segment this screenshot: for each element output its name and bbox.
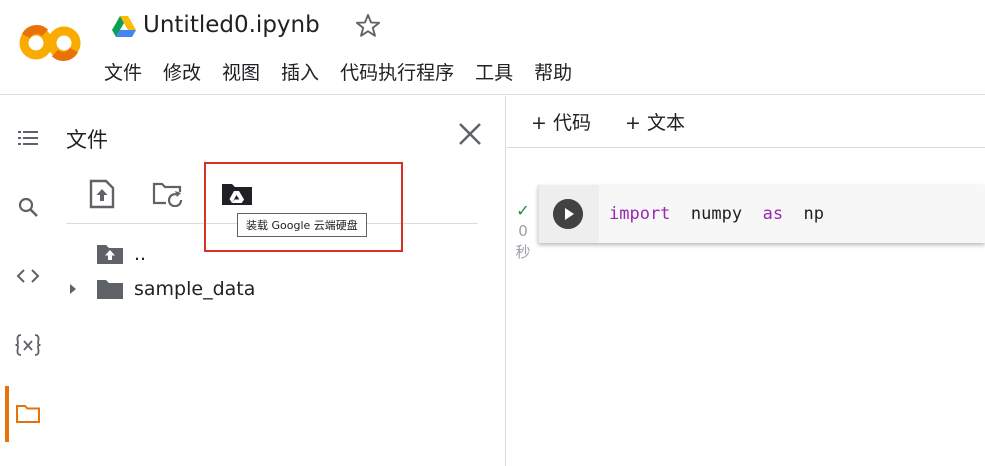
google-drive-icon[interactable] [112, 16, 136, 38]
variables-icon [15, 334, 41, 356]
menu-insert[interactable]: 插入 [281, 58, 329, 85]
files-panel: 文件 .. sample_data 装载 Google 云端硬盘 [56, 96, 506, 466]
panel-title: 文件 [66, 128, 108, 152]
toc-icon [18, 131, 38, 145]
menu-view[interactable]: 视图 [222, 58, 270, 85]
add-code-button[interactable]: + 代码 [531, 108, 591, 135]
notebook-title[interactable]: Untitled0.ipynb [143, 12, 320, 38]
close-icon[interactable] [454, 118, 486, 150]
code-token: np [803, 204, 825, 224]
execution-status: ✓ 0 秒 [512, 200, 534, 263]
tree-label: sample_data [134, 278, 256, 300]
tree-label: .. [134, 243, 147, 265]
variables-button[interactable] [10, 327, 46, 363]
menu-runtime[interactable]: 代码执行程序 [340, 58, 464, 85]
toc-button[interactable] [10, 120, 46, 156]
success-check-icon: ✓ [516, 201, 530, 220]
notebook-toolbar: + 代码 + 文本 [507, 96, 985, 148]
execution-time: 0 [518, 222, 528, 240]
colab-logo[interactable] [18, 22, 82, 64]
code-cell[interactable]: import numpy as np [538, 185, 985, 243]
search-button[interactable] [10, 189, 46, 225]
files-button[interactable] [10, 396, 46, 432]
chevron-right-icon[interactable] [66, 282, 80, 296]
search-icon [18, 197, 38, 217]
run-cell-button[interactable] [553, 199, 583, 229]
add-text-button[interactable]: + 文本 [625, 108, 685, 135]
menu-help[interactable]: 帮助 [534, 58, 582, 85]
refresh-button[interactable] [150, 176, 186, 212]
menu-bar: 文件 修改 视图 插入 代码执行程序 工具 帮助 [104, 58, 593, 85]
tree-parent-dir[interactable]: .. [96, 239, 146, 269]
refresh-folder-icon [152, 182, 183, 207]
menu-file[interactable]: 文件 [104, 58, 152, 85]
tree-sample-data[interactable]: sample_data [66, 274, 255, 304]
highlight-box [204, 162, 403, 252]
code-token: as [762, 204, 784, 224]
code-token: numpy [690, 204, 743, 224]
folder-icon [16, 405, 40, 423]
menu-tools[interactable]: 工具 [475, 58, 523, 85]
code-editor[interactable]: import numpy as np [609, 204, 824, 224]
folder-up-icon [97, 245, 123, 264]
folder-icon [97, 280, 123, 299]
code-snippets-icon [16, 269, 40, 283]
execution-unit: 秒 [515, 243, 531, 261]
star-icon[interactable] [354, 12, 382, 40]
code-snippets-button[interactable] [10, 258, 46, 294]
code-token: import [609, 204, 671, 224]
active-indicator [5, 386, 9, 442]
menu-edit[interactable]: 修改 [163, 58, 211, 85]
upload-button[interactable] [84, 176, 120, 212]
upload-file-icon [89, 179, 115, 209]
app-header: Untitled0.ipynb 文件 修改 视图 插入 代码执行程序 工具 帮助 [0, 0, 985, 95]
